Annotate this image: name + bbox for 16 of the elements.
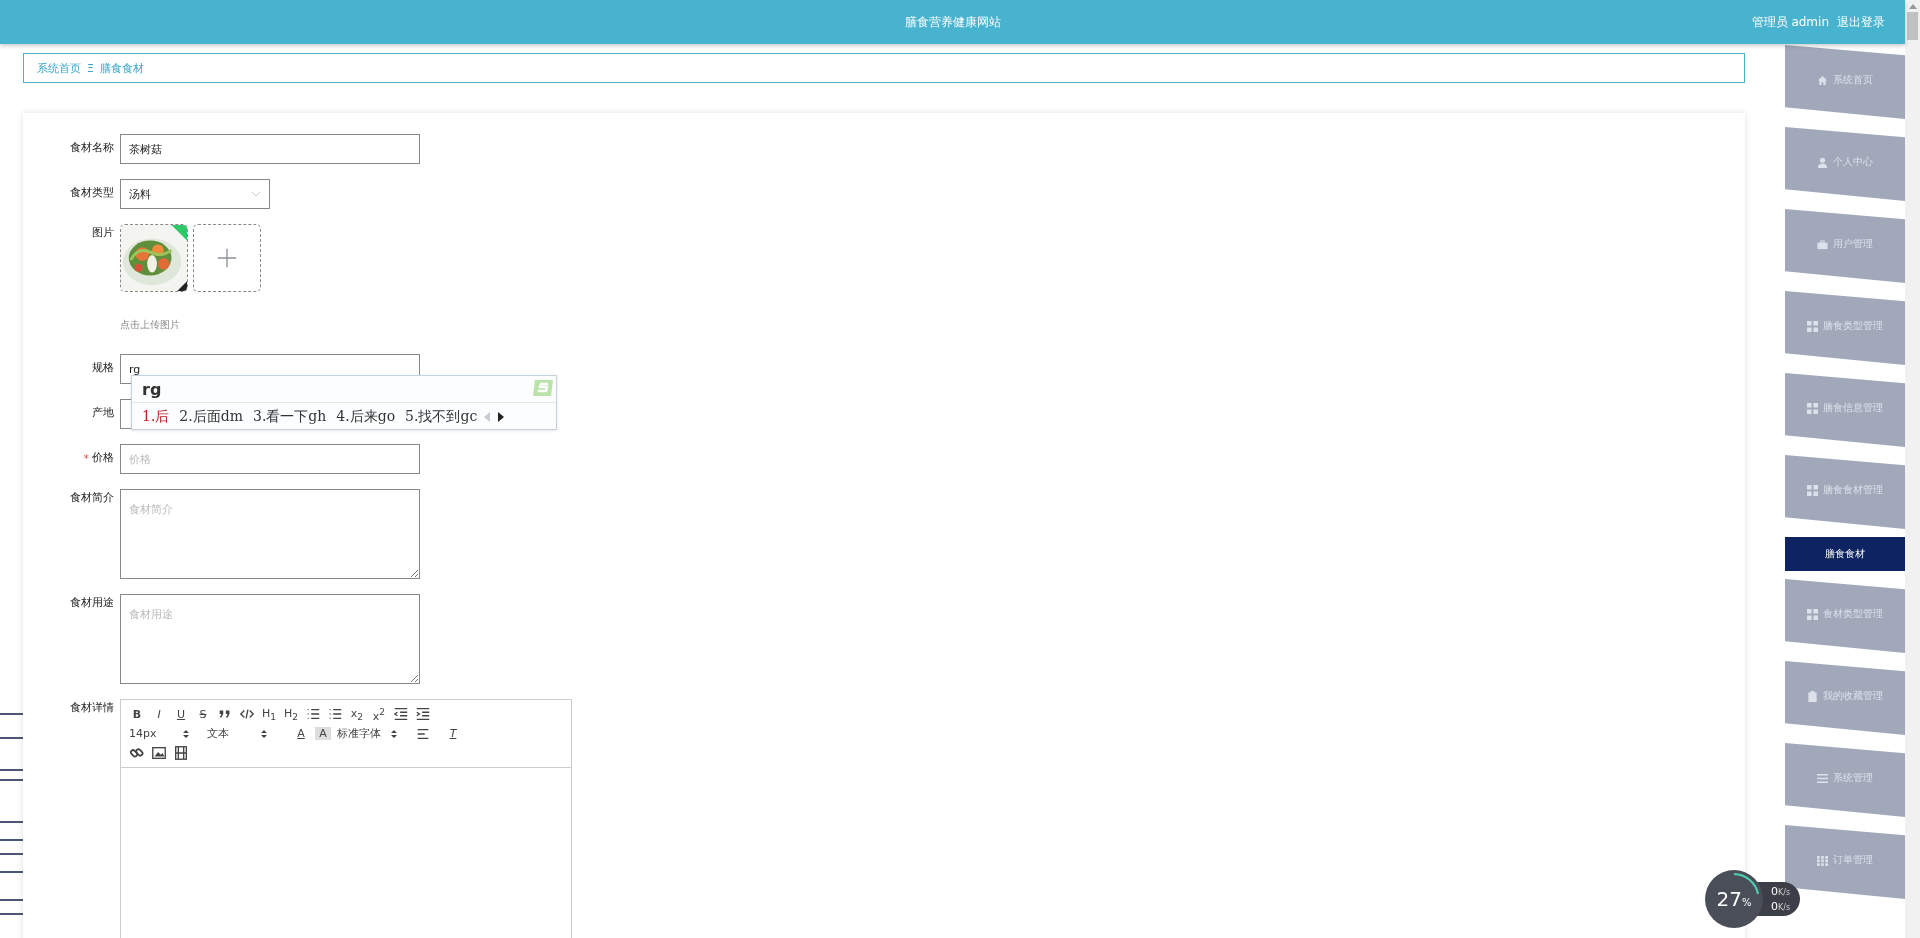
upload-hint: 点击上传图片 bbox=[120, 318, 181, 332]
field-label: 食材详情 bbox=[70, 700, 114, 716]
required-mark: * bbox=[83, 451, 89, 467]
field-label: 食材类型 bbox=[70, 185, 114, 201]
field-label: 产地 bbox=[92, 405, 114, 421]
usage-percent: 27% bbox=[1716, 887, 1752, 911]
field-label: 食材用途 bbox=[70, 595, 114, 611]
user-label: 管理员 admin bbox=[1751, 14, 1829, 31]
field-label: 价格 bbox=[92, 450, 114, 466]
field-label: 食材名称 bbox=[70, 140, 114, 156]
breadcrumb-separator: Ξ bbox=[87, 61, 94, 75]
site-title: 膳食营养健康网站 bbox=[904, 13, 1001, 31]
download-rate: 0K/s bbox=[1771, 900, 1791, 913]
field-label: 图片 bbox=[92, 225, 114, 241]
field-label: 规格 bbox=[92, 360, 114, 376]
field-label: 食材简介 bbox=[70, 490, 114, 506]
